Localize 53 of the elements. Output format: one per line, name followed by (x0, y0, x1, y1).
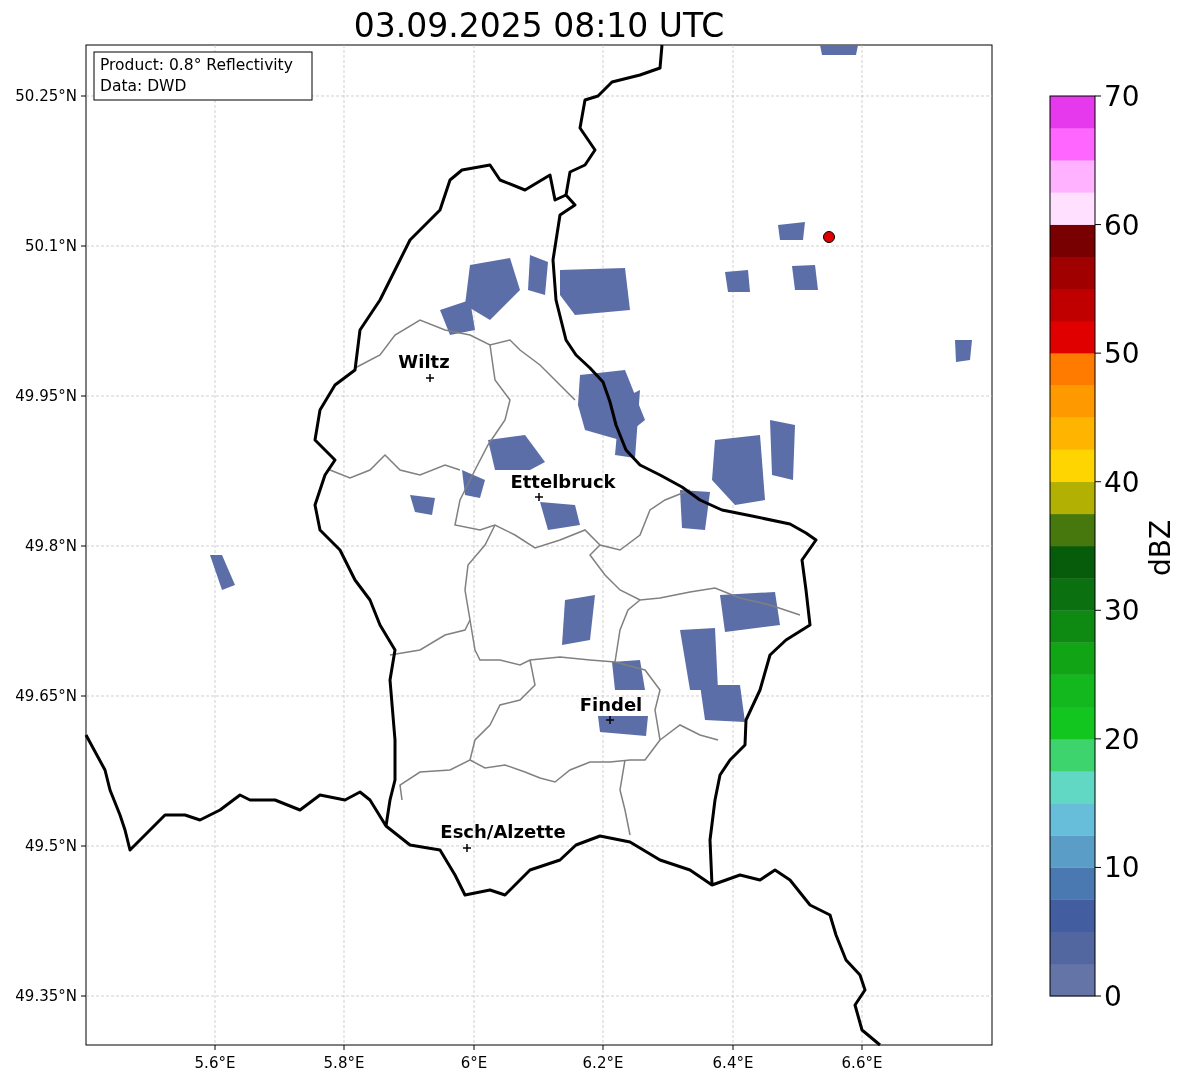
radar-echo-patch (488, 435, 545, 470)
colorbar-tick-label: 60 (1104, 208, 1140, 242)
info-text: Data: DWD (100, 77, 187, 95)
radar-echo-patch (598, 716, 648, 736)
colorbar-tick-label: 40 (1104, 465, 1140, 499)
x-tick-label: 5.6°E (194, 1054, 236, 1072)
radar-echo-patch (770, 420, 795, 480)
city-label: Ettelbruck (510, 471, 616, 492)
y-tick-label: 50.25°N (15, 87, 77, 105)
radar-echo-patch (680, 490, 710, 530)
y-tick-label: 50.1°N (24, 237, 77, 255)
x-tick-label: 6.4°E (712, 1054, 754, 1072)
radar-echo-patch (410, 495, 435, 515)
colorbar-tick-label: 0 (1104, 980, 1122, 1013)
x-tick-label: 6.2°E (582, 1054, 624, 1072)
city-label: Esch/Alzette (440, 821, 566, 842)
crosshair-marker-icon (605, 715, 615, 725)
crosshair-marker-icon (534, 492, 544, 502)
radar-echo-patch (820, 45, 858, 55)
radar-echo-patch (210, 555, 235, 590)
radar-echo-patch (528, 255, 548, 295)
info-text: Product: 0.8° Reflectivity (100, 56, 293, 74)
city-label: Findel (579, 694, 643, 715)
x-tick-label: 6°E (460, 1054, 488, 1072)
radar-echo-patch (792, 265, 818, 290)
crosshair-marker-icon (425, 373, 435, 383)
y-tick-label: 49.65°N (15, 687, 77, 705)
radar-echo-patch (712, 435, 765, 505)
radar-echo-patch (560, 268, 630, 315)
radar-echo-patch (540, 502, 580, 530)
x-tick-label: 5.8°E (323, 1054, 365, 1072)
radar-echo-patch (778, 222, 805, 240)
city-label: Wiltz (398, 351, 450, 372)
x-tick-label: 6.6°E (841, 1054, 883, 1072)
y-tick-label: 49.8°N (24, 537, 77, 555)
chart-title: 03.09.2025 08:10 UTC (353, 6, 725, 45)
y-tick-label: 49.95°N (15, 387, 77, 405)
radar-echo-patch (955, 340, 972, 362)
colorbar-tick-label: 70 (1104, 80, 1140, 113)
colorbar-tick-label: 20 (1104, 722, 1140, 756)
colorbar-tick-label: 10 (1104, 851, 1140, 885)
radar-echo-patch (562, 595, 595, 645)
radar-echo-patch (462, 470, 485, 498)
radar-echo-patch (720, 592, 780, 632)
colorbar-tick-label: 50 (1104, 337, 1140, 371)
y-tick-label: 49.5°N (24, 837, 77, 855)
y-tick-label: 49.35°N (15, 987, 77, 1005)
colorbar-label: dBZ (1144, 519, 1177, 577)
crosshair-marker-icon (462, 843, 472, 853)
radar-echo-patch (612, 660, 645, 690)
radar-echo-patch (725, 270, 750, 292)
colorbar-tick-label: 30 (1104, 594, 1140, 628)
location-dot-icon (823, 231, 835, 243)
